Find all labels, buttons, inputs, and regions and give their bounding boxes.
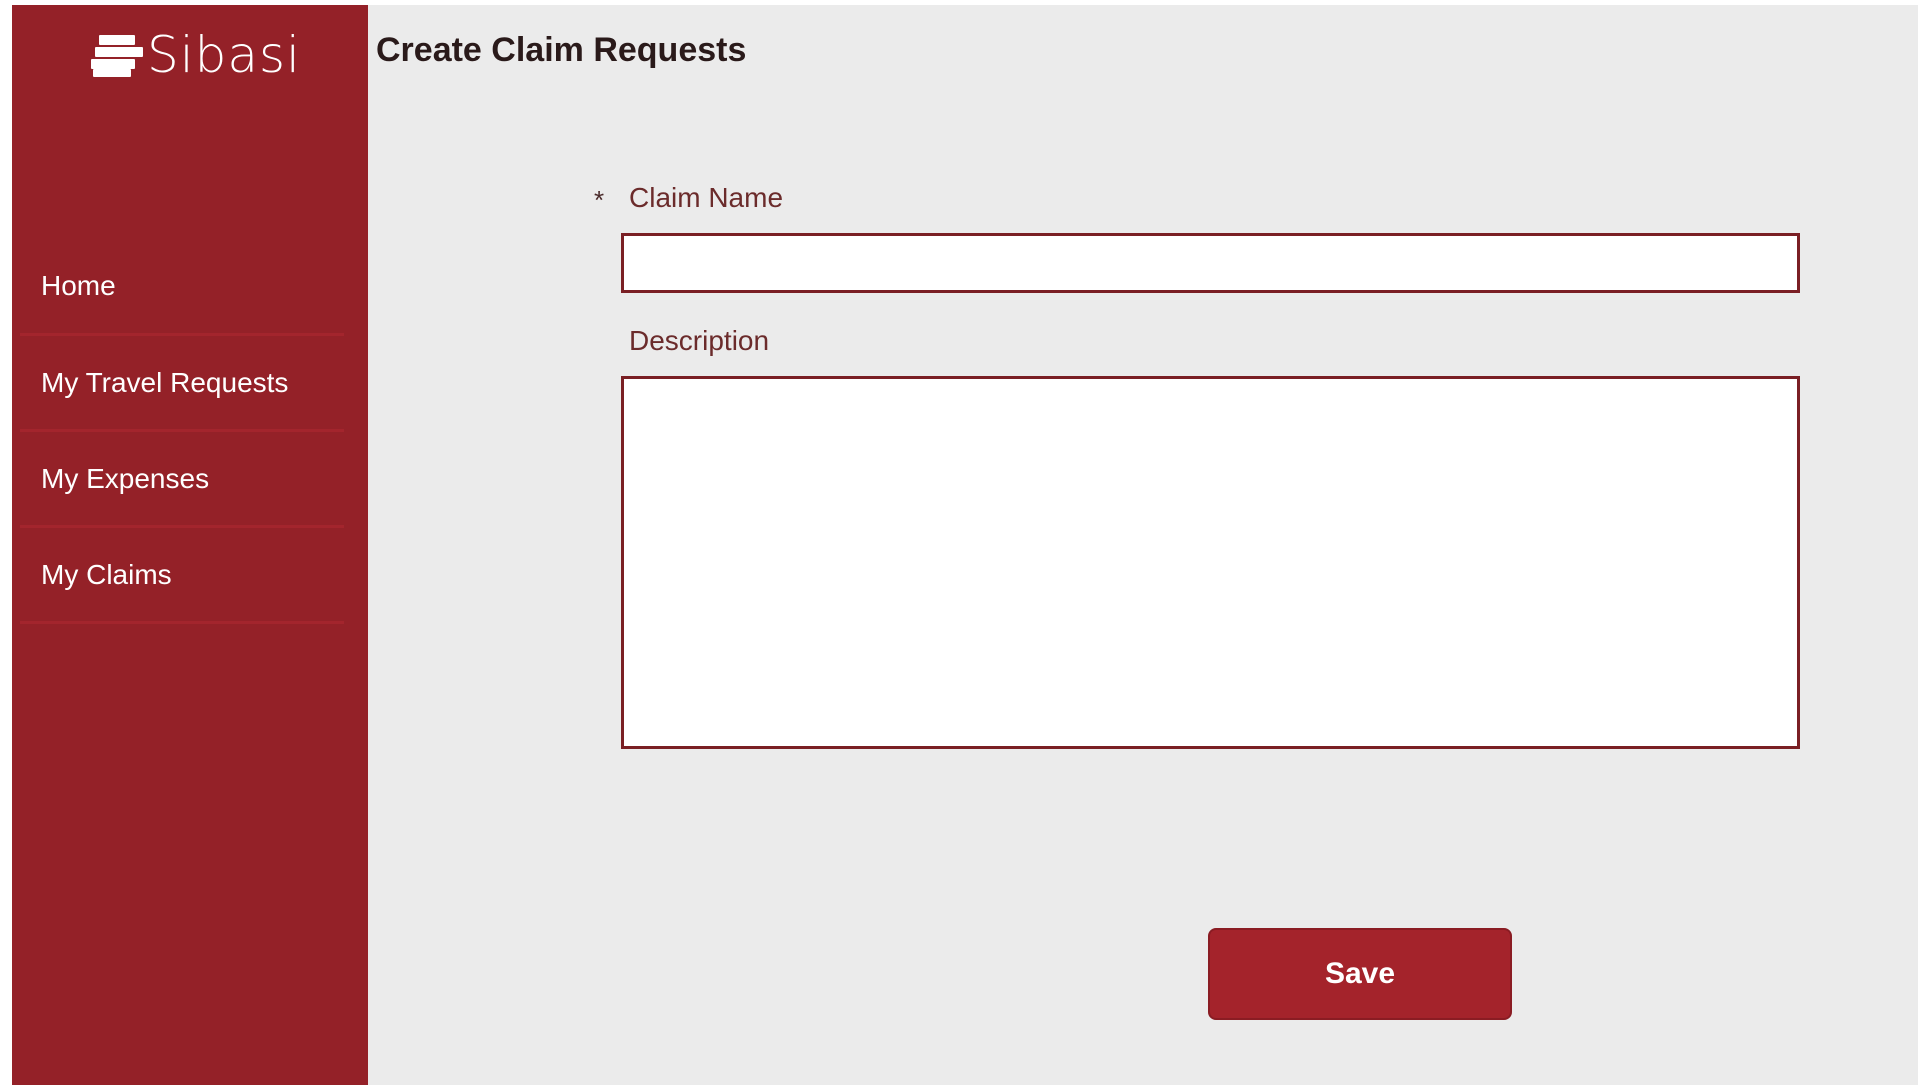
sidebar: Sibasi Home My Travel Requests My Expens… [12,5,368,1085]
sidebar-item-my-travel-requests[interactable]: My Travel Requests [20,336,344,432]
sidebar-nav: Home My Travel Requests My Expenses My C… [20,239,344,624]
description-label: Description [629,325,770,356]
claim-name-label: Claim Name [629,182,784,213]
logo: Sibasi [91,25,301,85]
required-marker: * [594,185,605,215]
save-button[interactable]: Save [1208,928,1512,1020]
page-title: Create Claim Requests [376,31,747,69]
sidebar-item-my-expenses[interactable]: My Expenses [20,432,344,528]
logo-text: Sibasi [147,26,301,84]
app-window: Sibasi Home My Travel Requests My Expens… [12,5,1918,1085]
stacked-bars-icon [91,33,143,77]
sidebar-item-home[interactable]: Home [20,239,344,336]
description-textarea[interactable] [621,376,1800,749]
claim-name-input[interactable] [621,233,1800,293]
sidebar-item-my-claims[interactable]: My Claims [20,528,344,624]
